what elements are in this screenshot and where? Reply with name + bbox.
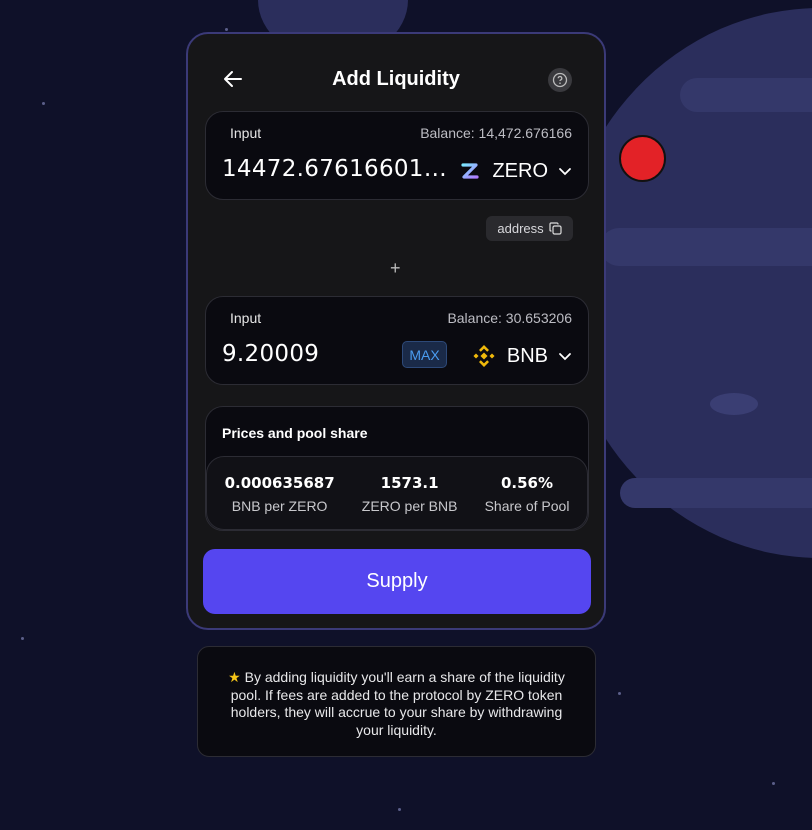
input-b-panel: Input Balance: 30.653206 9.20009 MAX BNB [205,296,589,385]
price-item: 1573.1 ZERO per BNB [362,457,458,529]
plus-separator: + [390,258,401,278]
chevron-down-icon [559,168,571,176]
share-value: 0.56% [500,474,554,492]
help-button[interactable] [548,68,572,92]
input-b-token-name: BNB [506,344,548,367]
copy-address-button[interactable]: address [486,216,573,241]
input-b-balance: Balance: 30.653206 [447,310,572,326]
input-b-amount-field[interactable]: 9.20009 [222,341,392,367]
zero-token-icon [461,163,480,179]
input-a-token-name: ZERO [492,159,548,182]
prices-title: Prices and pool share [222,425,368,441]
input-a-token-selector[interactable]: ZERO [458,156,572,186]
card-header: Add Liquidity [188,66,604,96]
max-button[interactable]: MAX [402,341,447,368]
input-a-balance: Balance: 14,472.676166 [420,125,572,141]
price-item: 0.000635687 BNB per ZERO [225,457,335,529]
input-a-panel: Input Balance: 14,472.676166 14472.67616… [205,111,589,200]
info-text: By adding liquidity you'll earn a share … [230,669,565,738]
record-indicator [619,135,666,182]
input-a-amount-field[interactable]: 14472.676166012... [222,156,447,182]
address-label: address [497,221,544,236]
info-panel: ★ By adding liquidity you'll earn a shar… [197,646,596,757]
price-value: 1573.1 [380,474,439,492]
input-b-token-selector[interactable]: BNB [471,341,572,371]
star-icon: ★ [228,669,241,685]
input-b-label: Input [230,310,262,326]
supply-button[interactable]: Supply [203,549,591,614]
input-a-label: Input [230,125,262,141]
prices-panel: Prices and pool share 0.000635687 BNB pe… [205,406,589,531]
chevron-down-icon [559,353,571,361]
page-title: Add Liquidity [332,68,460,90]
bnb-token-icon [473,345,495,367]
price-item: 0.56% Share of Pool [485,457,570,529]
copy-icon [549,222,562,235]
price-label: BNB per ZERO [231,498,328,514]
prices-grid: 0.000635687 BNB per ZERO 1573.1 ZERO per… [206,456,588,530]
price-value: 0.000635687 [224,474,335,492]
price-label: ZERO per BNB [361,498,458,514]
share-label: Share of Pool [484,498,570,514]
help-icon [552,72,568,88]
add-liquidity-card: Add Liquidity Input Balance: 14,472.6761… [186,32,606,630]
